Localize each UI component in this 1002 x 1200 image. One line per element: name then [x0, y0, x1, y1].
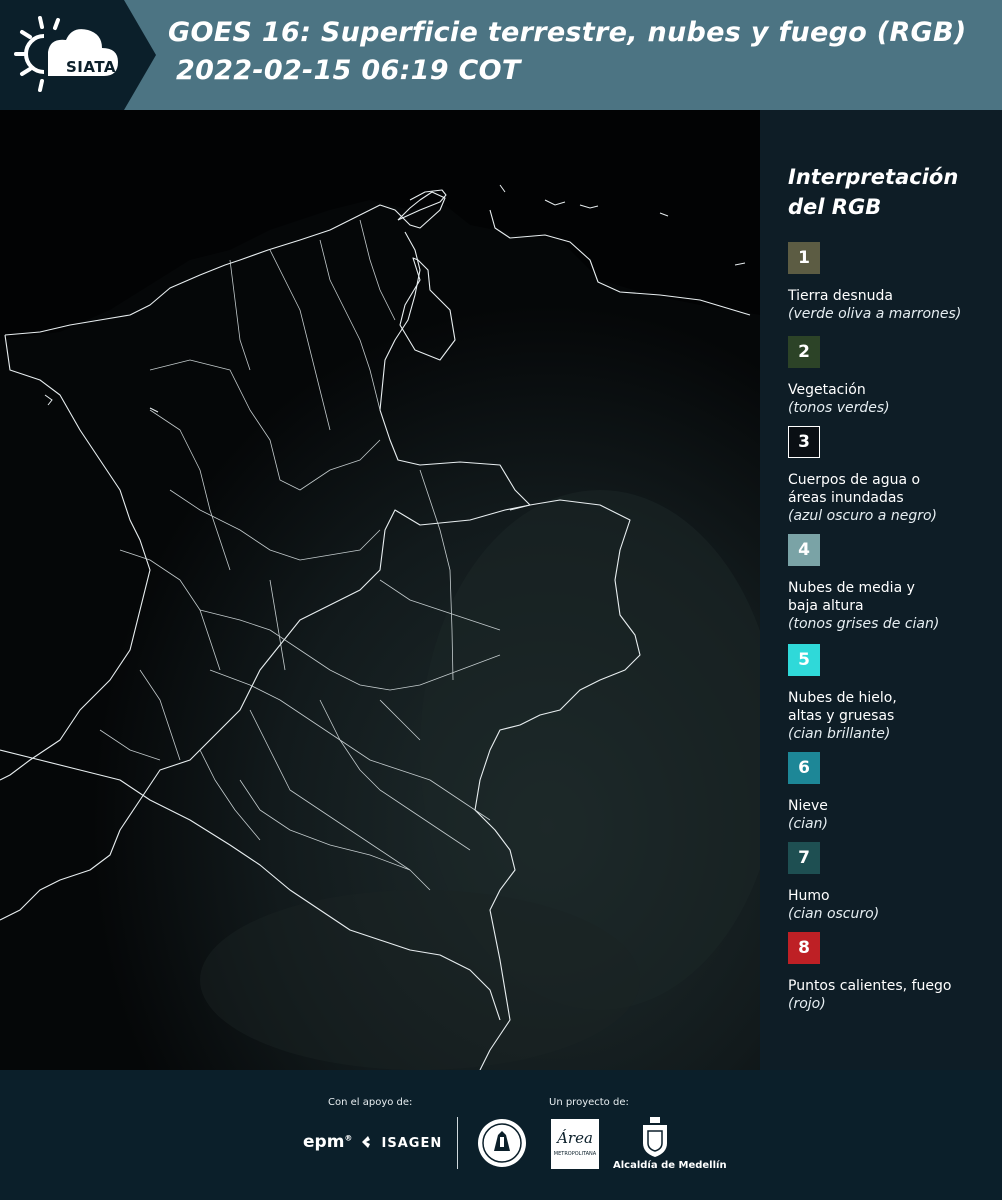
medellin-seal-logo[interactable] — [476, 1117, 528, 1173]
legend-description: (cian brillante) — [788, 726, 891, 742]
rgb-legend: Interpretación del RGB 1 Tierra desnuda … — [760, 110, 1002, 1070]
legend-description: (rojo) — [788, 996, 826, 1012]
crest-icon — [643, 1117, 667, 1157]
cloud-cover — [200, 890, 640, 1070]
legend-label: Vegetación — [788, 382, 866, 398]
seal-icon — [478, 1119, 526, 1167]
legend-item-3: 3 Cuerpos de agua o áreas inundadas (azu… — [788, 426, 998, 525]
alcaldia-text: Alcaldía de Medellín — [613, 1160, 727, 1171]
satellite-map[interactable] — [0, 110, 760, 1070]
legend-item-5: 5 Nubes de hielo, altas y gruesas (cian … — [788, 644, 998, 743]
project-caption: Un proyecto de: — [549, 1097, 629, 1108]
legend-description: (cian) — [788, 816, 828, 832]
legend-label: Cuerpos de agua o áreas inundadas — [788, 472, 921, 506]
support-caption: Con el apoyo de: — [328, 1097, 413, 1108]
legend-swatch: 5 — [788, 644, 820, 676]
legend-swatch: 2 — [788, 336, 820, 368]
legend-label: Puntos calientes, fuego — [788, 978, 952, 994]
legend-label: Nubes de media y baja altura — [788, 580, 915, 614]
legend-swatch: 3 — [788, 426, 820, 458]
legend-swatch: 1 — [788, 242, 820, 274]
legend-description: (verde oliva a marrones) — [788, 306, 962, 322]
legend-item-2: 2 Vegetación (tonos verdes) — [788, 336, 998, 417]
legend-swatch: 8 — [788, 932, 820, 964]
legend-title: Interpretación del RGB — [788, 165, 959, 219]
area-logo-text: Área — [557, 1129, 593, 1147]
legend-label: Nubes de hielo, altas y gruesas — [788, 690, 897, 724]
legend-item-6: 6 Nieve (cian) — [788, 752, 998, 833]
legend-item-1: 1 Tierra desnuda (verde oliva a marrones… — [788, 242, 998, 323]
header: SIATA GOES 16: Superficie terrestre, nub… — [0, 0, 1002, 110]
legend-item-8: 8 Puntos calientes, fuego (rojo) — [788, 932, 998, 1013]
map-canvas — [0, 110, 760, 1070]
legend-description: (tonos verdes) — [788, 400, 890, 416]
logo-text: SIATA — [66, 58, 117, 76]
legend-description: (azul oscuro a negro) — [788, 508, 937, 524]
alcaldia-crest-logo[interactable] — [640, 1117, 670, 1161]
epm-logo-text: epm — [303, 1132, 345, 1152]
area-logo-subtext: METROPOLITANA — [553, 1151, 597, 1157]
title-line-1: GOES 16: Superficie terrestre, nubes y f… — [168, 17, 967, 48]
isagen-logo[interactable]: ISAGEN — [360, 1134, 442, 1151]
isagen-logo-text: ISAGEN — [381, 1136, 443, 1151]
legend-description: (cian oscuro) — [788, 906, 880, 922]
legend-swatch: 7 — [788, 842, 820, 874]
siata-logo: SIATA — [14, 12, 126, 96]
page-title: GOES 16: Superficie terrestre, nubes y f… — [168, 14, 998, 90]
footer: Con el apoyo de: Un proyecto de: epm® IS… — [0, 1070, 1002, 1200]
legend-description: (tonos grises de cian) — [788, 616, 940, 632]
legend-swatch: 4 — [788, 534, 820, 566]
legend-item-4: 4 Nubes de media y baja altura (tonos gr… — [788, 534, 998, 633]
footer-divider — [457, 1117, 458, 1169]
legend-swatch: 6 — [788, 752, 820, 784]
legend-label: Tierra desnuda — [788, 288, 893, 304]
title-line-2: 2022-02-15 06:19 COT — [176, 55, 521, 86]
epm-logo[interactable]: epm® — [303, 1132, 352, 1152]
legend-label: Nieve — [788, 798, 828, 814]
area-metropolitana-logo[interactable]: Área METROPOLITANA — [551, 1119, 599, 1169]
sun-cloud-icon — [14, 16, 118, 92]
legend-label: Humo — [788, 888, 830, 904]
legend-item-7: 7 Humo (cian oscuro) — [788, 842, 998, 923]
isagen-icon — [362, 1136, 370, 1148]
